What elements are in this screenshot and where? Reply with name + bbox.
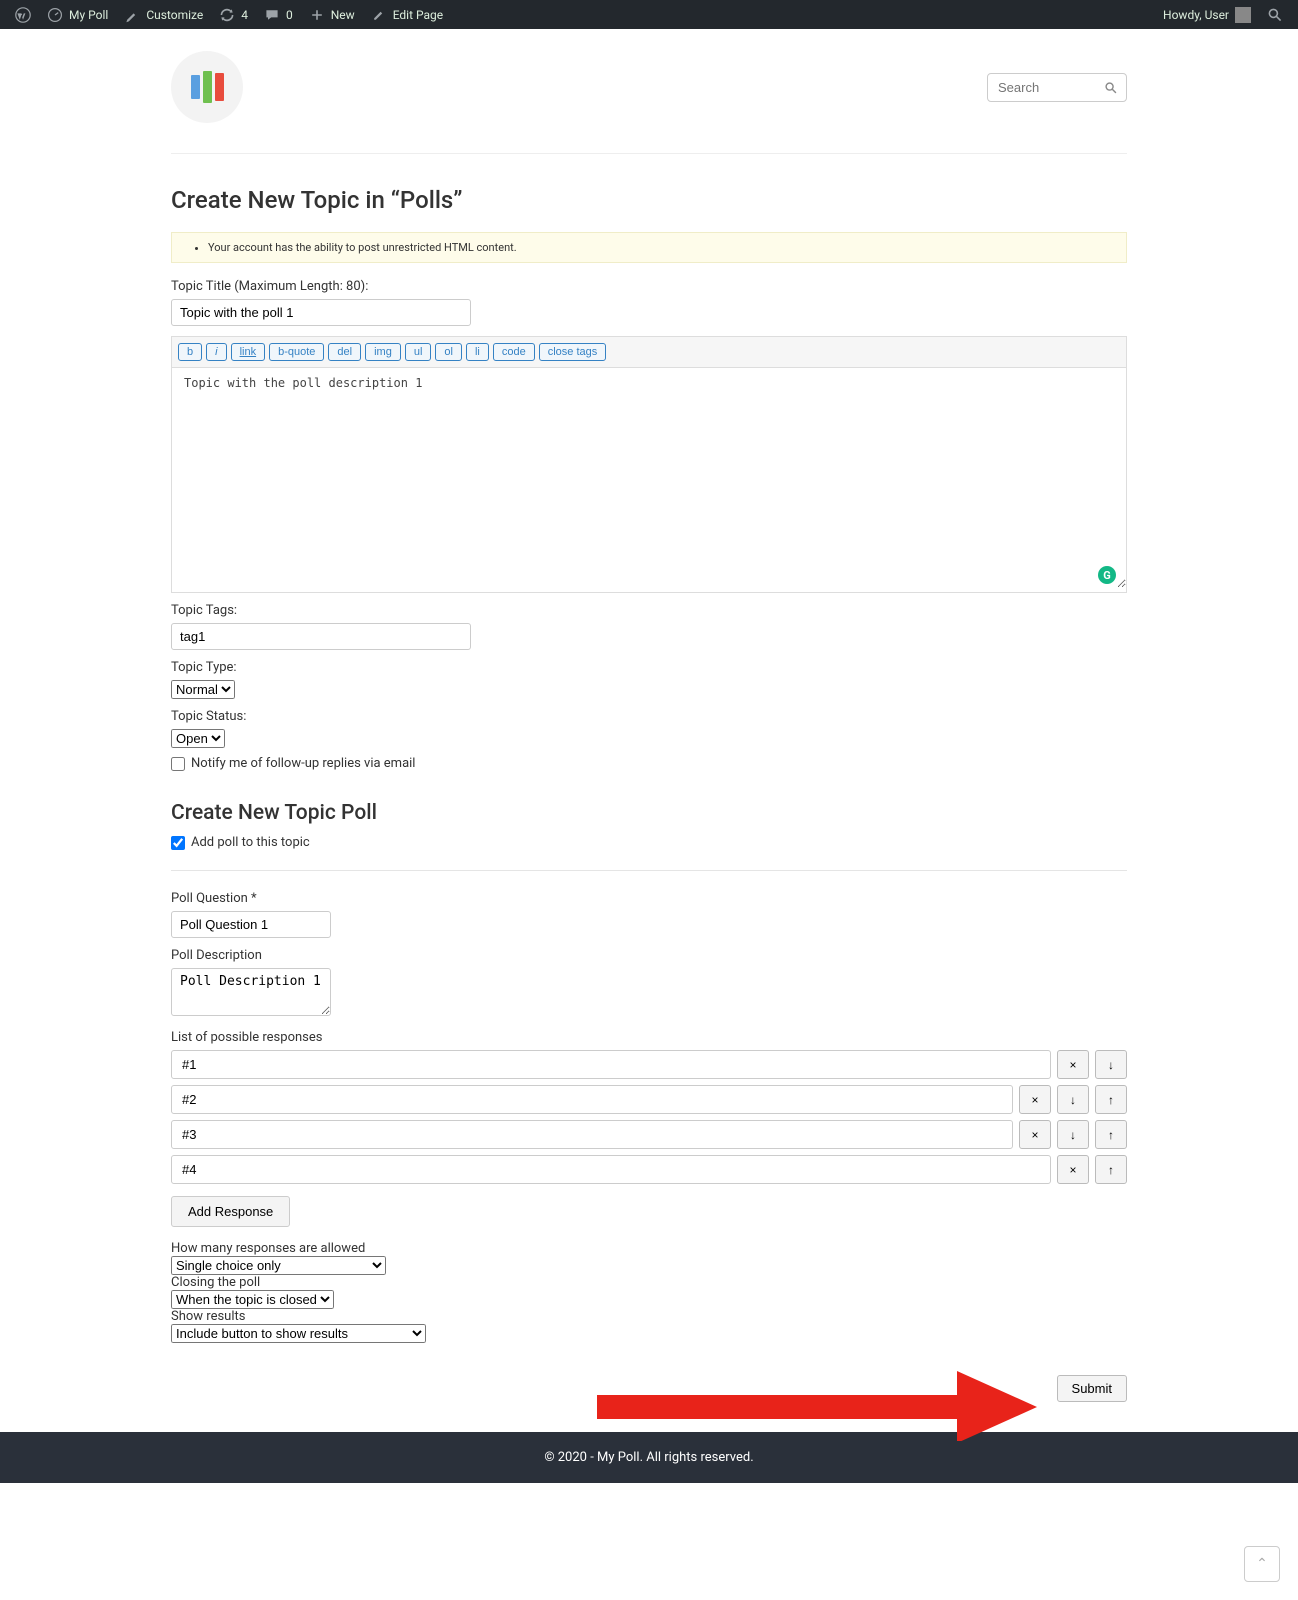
topic-tags-input[interactable] <box>171 623 471 650</box>
wp-logo[interactable] <box>8 7 38 23</box>
page-title: Create New Topic in “Polls” <box>171 186 1127 214</box>
responses-list: ×↓×↓↑×↓↑×↑ <box>171 1050 1127 1184</box>
editor-btn-ul[interactable]: ul <box>405 343 432 361</box>
poll-question-label: Poll Question * <box>171 891 1127 906</box>
move-down-button[interactable]: ↓ <box>1095 1050 1127 1079</box>
move-down-button[interactable]: ↓ <box>1057 1085 1089 1114</box>
editor-btn-b-quote[interactable]: b-quote <box>269 343 324 361</box>
editor-btn-ol[interactable]: ol <box>435 343 462 361</box>
remove-button[interactable]: × <box>1057 1155 1089 1184</box>
topic-title-input[interactable] <box>171 299 471 326</box>
topic-tags-label: Topic Tags: <box>171 603 1127 618</box>
editor-toolbar: bilinkb-quotedelimgulollicodeclose tags <box>172 337 1126 368</box>
site-header <box>171 29 1127 154</box>
add-poll-checkbox[interactable] <box>171 836 185 850</box>
editor-btn-b[interactable]: b <box>178 343 202 361</box>
topic-type-label: Topic Type: <box>171 660 1127 675</box>
pencil-icon <box>371 7 387 23</box>
topic-editor: bilinkb-quotedelimgulollicodeclose tags … <box>171 336 1127 593</box>
logo-bar-red <box>215 73 224 101</box>
site-link[interactable]: My Poll <box>40 7 115 23</box>
comments-link[interactable]: 0 <box>257 7 300 23</box>
response-input[interactable] <box>171 1155 1051 1184</box>
footer-copy: © 2020 - My Poll. All rights reserved. <box>544 1450 753 1465</box>
move-up-button[interactable]: ↑ <box>1095 1085 1127 1114</box>
editor-btn-li[interactable]: li <box>466 343 489 361</box>
move-up-button[interactable]: ↑ <box>1095 1120 1127 1149</box>
editor-btn-img[interactable]: img <box>365 343 401 361</box>
notify-checkbox[interactable] <box>171 757 185 771</box>
comment-icon <box>264 7 280 23</box>
response-row: ×↓↑ <box>171 1085 1127 1114</box>
notify-label: Notify me of follow-up replies via email <box>191 756 415 771</box>
chevron-up-icon: ⌃ <box>1256 1556 1268 1572</box>
submit-button[interactable]: Submit <box>1057 1375 1127 1402</box>
brush-icon <box>124 7 140 23</box>
search-icon <box>1267 7 1283 23</box>
site-name: My Poll <box>69 8 108 22</box>
adminbar-search[interactable] <box>1260 7 1290 23</box>
poll-desc-label: Poll Description <box>171 948 1127 963</box>
notice-text: Your account has the ability to post unr… <box>208 241 1112 254</box>
howdy-link[interactable]: Howdy, User <box>1156 7 1258 23</box>
response-input[interactable] <box>171 1050 1051 1079</box>
poll-heading: Create New Topic Poll <box>171 801 1127 825</box>
plus-icon <box>309 7 325 23</box>
remove-button[interactable]: × <box>1019 1085 1051 1114</box>
closing-label: Closing the poll <box>171 1275 1127 1290</box>
topic-title-label: Topic Title (Maximum Length: 80): <box>171 279 1127 294</box>
refresh-icon <box>219 7 235 23</box>
add-poll-label: Add poll to this topic <box>191 835 310 850</box>
poll-desc-textarea[interactable] <box>171 968 331 1016</box>
site-search <box>987 73 1127 102</box>
new-link[interactable]: New <box>302 7 362 23</box>
edit-page-link[interactable]: Edit Page <box>364 7 450 23</box>
editor-btn-del[interactable]: del <box>328 343 361 361</box>
closing-select[interactable]: When the topic is closed <box>171 1290 334 1309</box>
add-response-button[interactable]: Add Response <box>171 1196 290 1227</box>
editor-btn-link[interactable]: link <box>231 343 266 361</box>
response-row: ×↓ <box>171 1050 1127 1079</box>
responses-allowed-select[interactable]: Single choice only <box>171 1256 386 1275</box>
response-input[interactable] <box>171 1085 1013 1114</box>
divider <box>171 870 1127 871</box>
customize-link[interactable]: Customize <box>117 7 210 23</box>
editor-btn-code[interactable]: code <box>493 343 535 361</box>
admin-bar: My Poll Customize 4 0 New Edit Page Howd… <box>0 0 1298 29</box>
responses-label: List of possible responses <box>171 1030 1127 1045</box>
editor-btn-close-tags[interactable]: close tags <box>539 343 607 361</box>
topic-type-select[interactable]: Normal <box>171 680 235 699</box>
remove-button[interactable]: × <box>1057 1050 1089 1079</box>
topic-description-textarea[interactable] <box>172 368 1126 588</box>
topic-status-label: Topic Status: <box>171 709 1127 724</box>
wordpress-icon <box>15 7 31 23</box>
poll-question-input[interactable] <box>171 911 331 938</box>
logo-bar-blue <box>191 75 200 99</box>
submit-row: Submit <box>171 1375 1127 1402</box>
response-row: ×↑ <box>171 1155 1127 1184</box>
arrow-indicator <box>597 1371 1037 1441</box>
updates-link[interactable]: 4 <box>212 7 255 23</box>
editor-btn-i[interactable]: i <box>206 343 226 361</box>
results-label: Show results <box>171 1309 1127 1324</box>
avatar <box>1235 7 1251 23</box>
remove-button[interactable]: × <box>1019 1120 1051 1149</box>
site-logo[interactable] <box>171 51 243 123</box>
scroll-top-button[interactable]: ⌃ <box>1244 1546 1280 1582</box>
response-input[interactable] <box>171 1120 1013 1149</box>
move-up-button[interactable]: ↑ <box>1095 1155 1127 1184</box>
results-select[interactable]: Include button to show results <box>171 1324 426 1343</box>
grammarly-icon[interactable]: G <box>1098 566 1116 584</box>
dashboard-icon <box>47 7 63 23</box>
search-icon[interactable] <box>1104 81 1118 95</box>
response-row: ×↓↑ <box>171 1120 1127 1149</box>
topic-status-select[interactable]: Open <box>171 729 225 748</box>
move-down-button[interactable]: ↓ <box>1057 1120 1089 1149</box>
notice-box: Your account has the ability to post unr… <box>171 232 1127 263</box>
logo-bar-green <box>203 71 212 103</box>
responses-allowed-label: How many responses are allowed <box>171 1241 1127 1256</box>
